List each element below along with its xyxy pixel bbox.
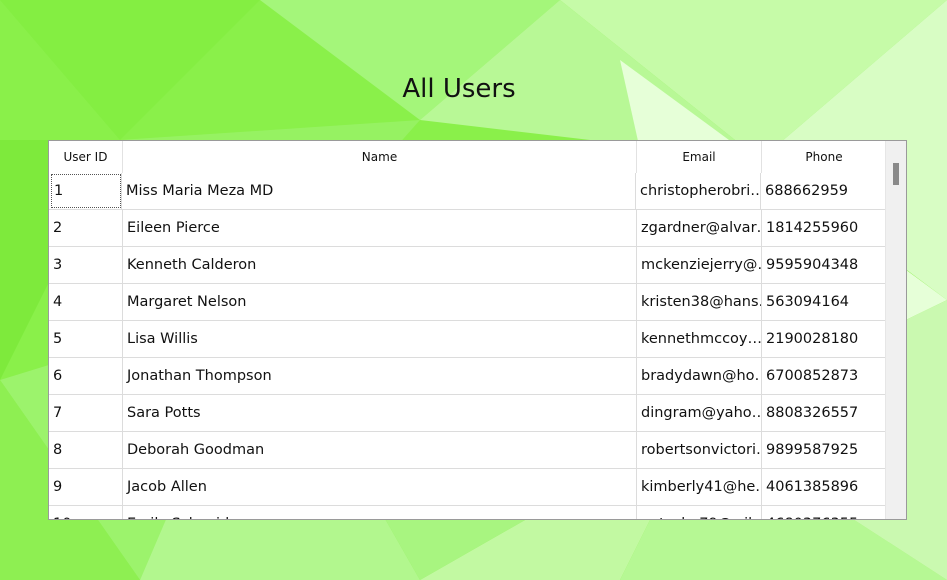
cell-email[interactable]: bradydawn@ho… — [637, 358, 762, 394]
cell-name[interactable]: Kenneth Calderon — [123, 247, 637, 283]
scrollbar-thumb[interactable] — [893, 163, 899, 185]
table-row[interactable]: 3 Kenneth Calderon mckenziejerry@… 95959… — [49, 247, 887, 284]
column-header-email[interactable]: Email — [637, 141, 762, 173]
cell-name[interactable]: Margaret Nelson — [123, 284, 637, 320]
cell-email[interactable]: zgardner@alvar… — [637, 210, 762, 246]
cell-email[interactable]: dingram@yaho… — [637, 395, 762, 431]
table-row[interactable]: 7 Sara Potts dingram@yaho… 8808326557 — [49, 395, 887, 432]
column-header-phone[interactable]: Phone — [762, 141, 887, 173]
cell-name[interactable]: Jonathan Thompson — [123, 358, 637, 394]
table-row[interactable]: 5 Lisa Willis kennethmccoy… 2190028180 — [49, 321, 887, 358]
cell-name[interactable]: Jacob Allen — [123, 469, 637, 505]
cell-email[interactable]: kennethmccoy… — [637, 321, 762, 357]
cell-phone[interactable]: 6700852873 — [762, 358, 887, 394]
cell-name[interactable]: Emily Schneider — [123, 506, 637, 519]
cell-email[interactable]: christopherobri… — [636, 173, 761, 209]
table-row[interactable]: 1 Miss Maria Meza MD christopherobri… 68… — [49, 173, 887, 210]
cell-user-id[interactable]: 3 — [49, 247, 123, 283]
cell-user-id[interactable]: 8 — [49, 432, 123, 468]
cell-phone[interactable]: 8808326557 — [762, 395, 887, 431]
cell-email[interactable]: natasha79@wil… — [637, 506, 762, 519]
cell-email[interactable]: robertsonvictori… — [637, 432, 762, 468]
cell-name[interactable]: Lisa Willis — [123, 321, 637, 357]
cell-user-id[interactable]: 10 — [49, 506, 123, 519]
cell-phone[interactable]: 563094164 — [762, 284, 887, 320]
column-header-name[interactable]: Name — [123, 141, 637, 173]
cell-user-id[interactable]: 4 — [49, 284, 123, 320]
cell-phone[interactable]: 1814255960 — [762, 210, 887, 246]
cell-user-id[interactable]: 6 — [49, 358, 123, 394]
table-row[interactable]: 9 Jacob Allen kimberly41@he… 4061385896 — [49, 469, 887, 506]
cell-name[interactable]: Deborah Goodman — [123, 432, 637, 468]
cell-user-id[interactable]: 2 — [49, 210, 123, 246]
table-body: 1 Miss Maria Meza MD christopherobri… 68… — [49, 173, 887, 519]
table-header: User ID Name Email Phone — [49, 141, 887, 173]
cell-email[interactable]: kristen38@hans… — [637, 284, 762, 320]
table-row[interactable]: 4 Margaret Nelson kristen38@hans… 563094… — [49, 284, 887, 321]
page-title: All Users — [402, 74, 516, 104]
cell-user-id[interactable]: 5 — [49, 321, 123, 357]
cell-phone[interactable]: 9595904348 — [762, 247, 887, 283]
cell-phone[interactable]: 688662959 — [761, 173, 886, 209]
cell-phone[interactable]: 4061385896 — [762, 469, 887, 505]
table-row[interactable]: 8 Deborah Goodman robertsonvictori… 9899… — [49, 432, 887, 469]
cell-email[interactable]: mckenziejerry@… — [637, 247, 762, 283]
cell-name[interactable]: Miss Maria Meza MD — [122, 173, 636, 209]
cell-user-id[interactable]: 1 — [50, 173, 122, 209]
table-row[interactable]: 2 Eileen Pierce zgardner@alvar… 18142559… — [49, 210, 887, 247]
cell-user-id[interactable]: 9 — [49, 469, 123, 505]
cell-name[interactable]: Eileen Pierce — [123, 210, 637, 246]
cell-phone[interactable]: 4680376355 — [762, 506, 887, 519]
users-table[interactable]: User ID Name Email Phone 1 Miss Maria Me… — [48, 140, 907, 520]
table-row[interactable]: 10 Emily Schneider natasha79@wil… 468037… — [49, 506, 887, 519]
cell-user-id[interactable]: 7 — [49, 395, 123, 431]
cell-phone[interactable]: 2190028180 — [762, 321, 887, 357]
cell-phone[interactable]: 9899587925 — [762, 432, 887, 468]
cell-name[interactable]: Sara Potts — [123, 395, 637, 431]
cell-email[interactable]: kimberly41@he… — [637, 469, 762, 505]
column-header-user-id[interactable]: User ID — [49, 141, 123, 173]
vertical-scrollbar[interactable] — [885, 141, 906, 519]
table-row[interactable]: 6 Jonathan Thompson bradydawn@ho… 670085… — [49, 358, 887, 395]
